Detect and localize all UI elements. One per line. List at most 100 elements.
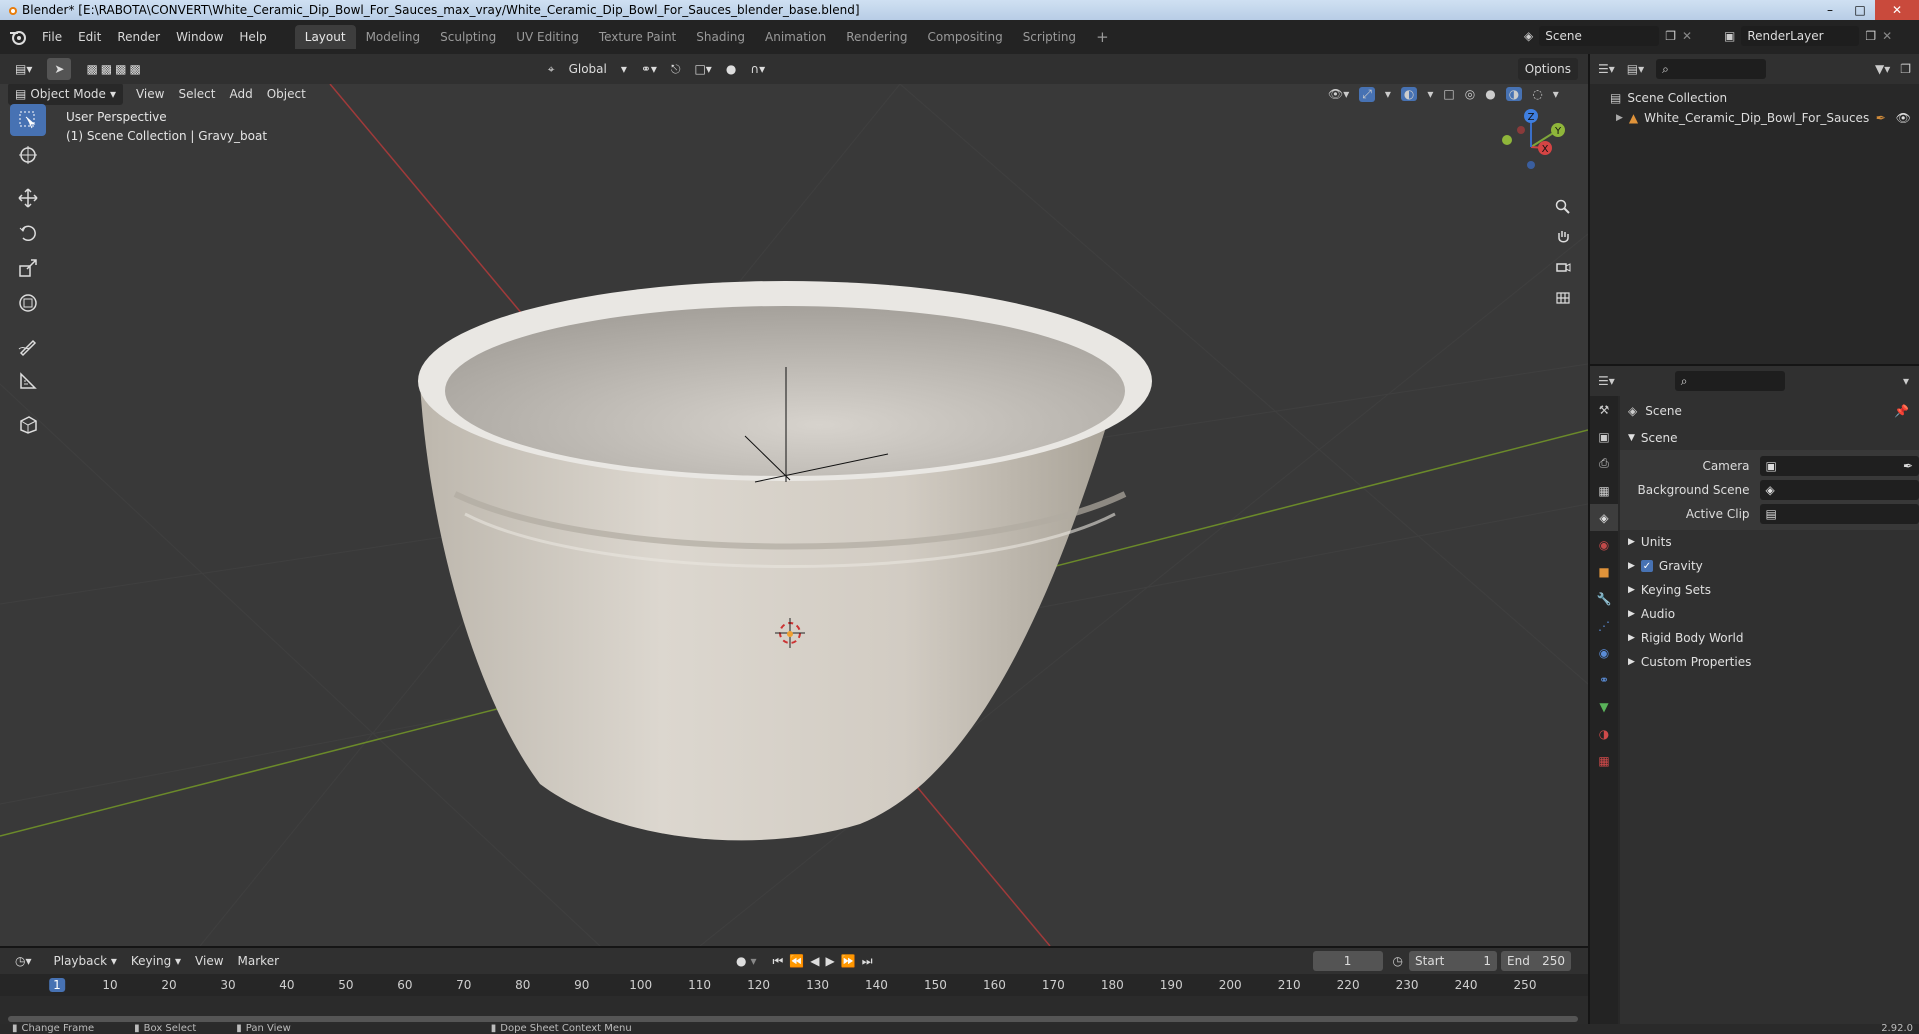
remove-scene-icon[interactable]: ✕ (1682, 29, 1692, 43)
menu-edit[interactable]: Edit (70, 26, 109, 48)
blender-menu-icon[interactable] (8, 27, 28, 47)
output-tab-icon[interactable]: ⎙ (1590, 450, 1618, 477)
close-icon[interactable]: ✕ (1875, 0, 1919, 20)
menu-render[interactable]: Render (109, 26, 168, 48)
menu-timeline-view[interactable]: View (188, 950, 230, 972)
custom-properties-panel[interactable]: ▶ Custom Properties (1620, 650, 1919, 674)
scale-tool[interactable] (10, 252, 46, 284)
constraints-tab-icon[interactable]: ⚭ (1590, 666, 1618, 693)
outliner-search[interactable]: ⌕ (1656, 59, 1767, 79)
scene-panel-header[interactable]: ▼ Scene (1620, 426, 1919, 450)
gravity-checkbox[interactable]: ✓ (1640, 560, 1653, 572)
pan-hand-icon[interactable] (1550, 224, 1576, 250)
properties-editor-icon[interactable]: ☰▾ (1598, 374, 1615, 388)
zoom-icon[interactable] (1550, 194, 1576, 220)
outliner-editor-icon[interactable]: ☰▾ (1598, 62, 1615, 76)
render-layer-selector[interactable]: RenderLayer (1741, 26, 1860, 46)
neg-x-axis-icon[interactable] (1517, 126, 1525, 134)
move-tool[interactable] (10, 182, 46, 214)
ortho-grid-icon[interactable] (1550, 284, 1576, 310)
menu-file[interactable]: File (34, 26, 70, 48)
outliner-scene-collection[interactable]: ▤ Scene Collection (1610, 88, 1919, 108)
filter-icon[interactable]: ▼▾ (1875, 62, 1890, 76)
display-mode-icon[interactable]: ▤▾ (1627, 62, 1644, 76)
cursor-tool[interactable] (10, 139, 46, 171)
playhead[interactable]: 1 (49, 978, 65, 992)
tab-shading[interactable]: Shading (686, 25, 755, 49)
timeline-scrollbar[interactable] (8, 1016, 1578, 1022)
tab-modeling[interactable]: Modeling (356, 25, 431, 49)
scene-tab-icon[interactable]: ◈ (1590, 504, 1618, 531)
clock-icon[interactable]: ◷ (1393, 954, 1403, 968)
new-scene-icon[interactable]: ❐ (1665, 29, 1676, 43)
physics-tab-icon[interactable]: ◉ (1590, 639, 1618, 666)
orientation-selector[interactable]: Global (562, 58, 614, 80)
add-workspace-button[interactable]: + (1086, 25, 1119, 49)
remove-layer-icon[interactable]: ✕ (1882, 29, 1892, 43)
scene-selector[interactable]: Scene (1539, 26, 1660, 46)
menu-keying[interactable]: Keying ▾ (124, 950, 188, 972)
rotate-tool[interactable] (10, 217, 46, 249)
maximize-icon[interactable]: □ (1845, 0, 1875, 20)
new-collection-icon[interactable]: ❐ (1900, 62, 1911, 76)
units-panel[interactable]: ▶ Units (1620, 530, 1919, 554)
tab-animation[interactable]: Animation (755, 25, 836, 49)
scene-icon[interactable]: ◈ (1524, 29, 1533, 43)
chevron-down-icon[interactable]: ▾ (1903, 374, 1909, 388)
add-cube-tool[interactable] (10, 408, 46, 440)
new-layer-icon[interactable]: ❐ (1865, 29, 1876, 43)
chevron-down-icon[interactable]: ▾ (751, 954, 757, 968)
tab-rendering[interactable]: Rendering (836, 25, 917, 49)
timeline-ruler[interactable]: 1 10 20 30 40 50 60 70 80 90 100 110 120 130 140 150 160… (0, 974, 1588, 996)
navigation-gizmo[interactable]: Y X Z (1486, 102, 1576, 192)
options-button[interactable]: Options (1517, 58, 1578, 80)
current-frame-field[interactable]: 1 (1312, 951, 1383, 971)
pin-icon[interactable]: 📌 (1894, 404, 1909, 418)
particles-tab-icon[interactable]: ⋰ (1590, 612, 1618, 639)
minimize-icon[interactable]: – (1815, 0, 1845, 20)
transform-tool[interactable] (10, 287, 46, 319)
neg-z-axis-icon[interactable] (1527, 161, 1535, 169)
select-box-tool[interactable] (10, 104, 46, 136)
outliner-item[interactable]: ▶ ▲ White_Ceramic_Dip_Bowl_For_Sauces ✒ … (1610, 108, 1919, 128)
gravity-panel[interactable]: ▶ ✓ Gravity (1620, 554, 1919, 578)
modifier-tab-icon[interactable]: 🔧 (1590, 585, 1618, 612)
bowl-mesh[interactable] (418, 281, 1152, 841)
properties-search[interactable]: ⌕ (1674, 371, 1785, 391)
object-tab-icon[interactable]: ■ (1590, 558, 1618, 585)
texture-tab-icon[interactable]: ▦ (1590, 747, 1618, 774)
material-tab-icon[interactable]: ◑ (1590, 720, 1618, 747)
render-layer-icon[interactable]: ▣ (1724, 29, 1735, 43)
tool-tab-icon[interactable]: ⚒ (1590, 396, 1618, 423)
menu-marker[interactable]: Marker (231, 950, 286, 972)
tab-scripting[interactable]: Scripting (1013, 25, 1086, 49)
keying-sets-panel[interactable]: ▶ Keying Sets (1620, 578, 1919, 602)
timeline-body[interactable] (0, 996, 1588, 1026)
view-layer-tab-icon[interactable]: ▦ (1590, 477, 1618, 504)
record-icon[interactable]: ● (736, 954, 746, 968)
tab-compositing[interactable]: Compositing (917, 25, 1012, 49)
prev-keyframe-icon[interactable]: ⏪ (789, 954, 804, 968)
camera-field[interactable]: ▣ ✒ (1759, 456, 1919, 476)
play-reverse-icon[interactable]: ◀ (810, 954, 819, 968)
menu-playback[interactable]: Playback ▾ (47, 950, 124, 972)
tab-sculpting[interactable]: Sculpting (430, 25, 506, 49)
editor-type-icon[interactable]: ▤▾ (8, 58, 39, 80)
annotate-tool[interactable] (10, 330, 46, 362)
expand-arrow-icon[interactable]: ▶ (1616, 113, 1623, 123)
proportional-edit-icon[interactable]: ● (719, 58, 743, 80)
measure-tool[interactable] (10, 365, 46, 397)
camera-view-icon[interactable] (1550, 254, 1576, 280)
menu-help[interactable]: Help (231, 26, 274, 48)
menu-window[interactable]: Window (168, 26, 231, 48)
falloff-icon[interactable]: ∩▾ (743, 58, 772, 80)
select-mode-icons[interactable]: ▩▩▩▩ (79, 58, 150, 80)
visibility-eye-icon[interactable]: 👁 (1896, 111, 1911, 125)
start-frame-field[interactable]: Start 1 (1409, 951, 1498, 971)
end-frame-field[interactable]: End 250 (1501, 951, 1572, 971)
jump-start-icon[interactable]: ⏮ (773, 954, 784, 969)
snap-target-icon[interactable]: □▾ (687, 58, 718, 80)
audio-panel[interactable]: ▶ Audio (1620, 602, 1919, 626)
timeline-editor-icon[interactable]: ◷▾ (8, 950, 39, 972)
select-tool-icon[interactable]: ➤ (47, 58, 72, 80)
